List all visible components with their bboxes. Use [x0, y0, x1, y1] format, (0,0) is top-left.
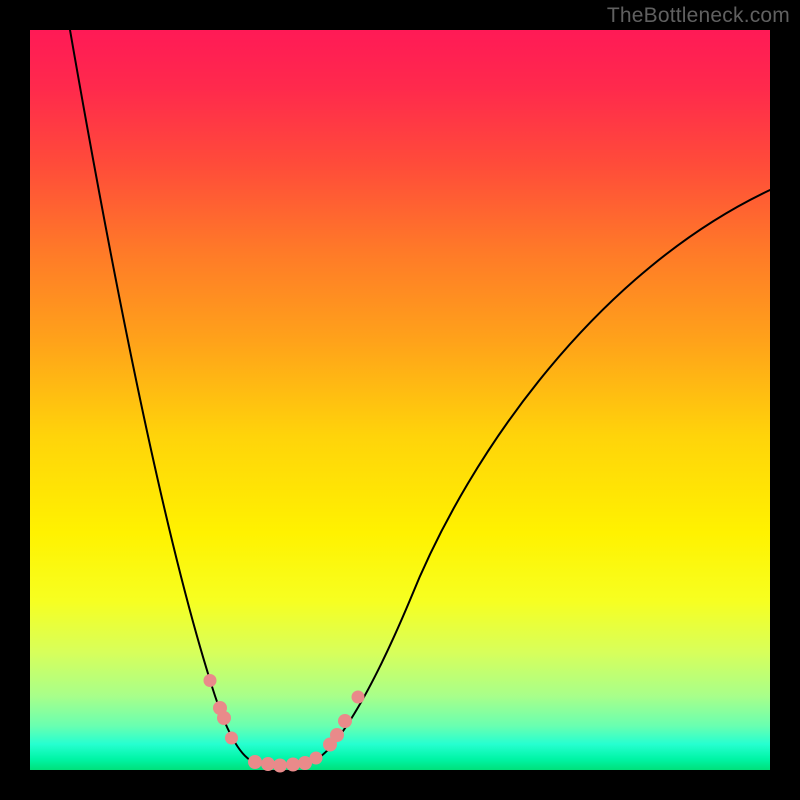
marker-dot — [286, 758, 300, 772]
chart-stage: TheBottleneck.com — [0, 0, 800, 800]
watermark-text: TheBottleneck.com — [607, 4, 790, 28]
marker-dot — [310, 752, 323, 765]
marker-dot — [338, 714, 352, 728]
chart-svg — [0, 0, 800, 800]
marker-dot — [204, 674, 217, 687]
marker-dot — [248, 755, 262, 769]
marker-dot — [217, 711, 231, 725]
marker-dot — [352, 691, 365, 704]
marker-dot — [273, 759, 287, 773]
marker-dot — [225, 732, 238, 745]
marker-dot — [330, 728, 344, 742]
marker-dot — [261, 757, 275, 771]
